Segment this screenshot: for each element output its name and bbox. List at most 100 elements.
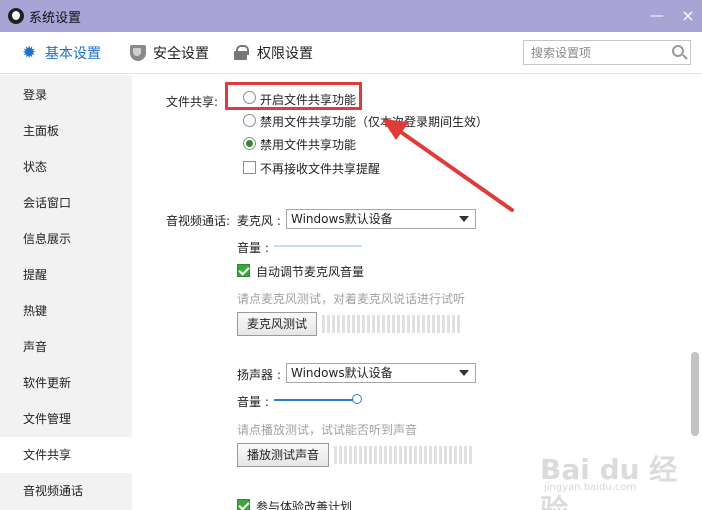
shield-icon <box>130 45 146 61</box>
radio-disable-session[interactable] <box>243 114 256 127</box>
sidebar-item-sound[interactable]: 声音 <box>0 329 132 365</box>
mic-device-value: Windows默认设备 <box>291 212 393 226</box>
mic-device-select[interactable]: Windows默认设备 <box>286 209 476 229</box>
tab-label: 权限设置 <box>257 46 313 62</box>
sidebar-item-av-call[interactable]: 音视频通话 <box>0 473 132 509</box>
file-share-section-label: 文件共享: <box>166 95 219 109</box>
meter-bar <box>457 315 460 333</box>
meter-bar <box>447 315 450 333</box>
speaker-label: 扬声器 : <box>237 368 281 382</box>
mic-test-button[interactable]: 麦克风测试 <box>237 312 317 336</box>
sidebar-item-hotkey[interactable]: 热键 <box>0 293 132 329</box>
checkbox-auto-adjust-mic-label[interactable]: 自动调节麦克风音量 <box>256 263 364 280</box>
search-input[interactable] <box>524 41 664 64</box>
meter-bar <box>424 446 427 464</box>
meter-bar <box>364 446 367 464</box>
checkbox-experience-plan-label[interactable]: 参与体验改善计划 <box>256 498 352 510</box>
tab-label: 安全设置 <box>153 46 209 62</box>
gear-icon: ✹ <box>22 43 37 63</box>
meter-bar <box>394 446 397 464</box>
meter-bar <box>404 446 407 464</box>
meter-bar <box>359 446 362 464</box>
highlight-box <box>225 82 362 110</box>
meter-bar <box>332 315 335 333</box>
meter-bar <box>352 315 355 333</box>
meter-bar <box>339 446 342 464</box>
meter-bar <box>414 446 417 464</box>
meter-bar <box>459 446 462 464</box>
settings-content: 文件共享: 开启文件共享功能 禁用文件共享功能（仅本次登录期间生效） 禁用文件共… <box>132 75 688 510</box>
meter-bar <box>429 446 432 464</box>
radio-disable-file-share-label[interactable]: 禁用文件共享功能 <box>260 136 356 153</box>
meter-bar <box>419 446 422 464</box>
minimize-button[interactable]: — <box>646 6 668 26</box>
speaker-volume-slider[interactable] <box>274 399 356 401</box>
sidebar-item-status[interactable]: 状态 <box>0 149 132 185</box>
mic-volume-slider[interactable] <box>274 245 362 247</box>
meter-bar <box>392 315 395 333</box>
play-test-sound-button[interactable]: 播放测试声音 <box>237 443 329 467</box>
sidebar-item-login[interactable]: 登录 <box>0 77 132 113</box>
meter-bar <box>367 315 370 333</box>
meter-bar <box>362 315 365 333</box>
sidebar-item-info-display[interactable]: 信息展示 <box>0 221 132 257</box>
av-call-section-label: 音视频通话: <box>166 214 231 228</box>
sidebar-item-chat-window[interactable]: 会话窗口 <box>0 185 132 221</box>
tab-security-settings[interactable]: 安全设置 <box>130 32 209 74</box>
speaker-volume-knob[interactable] <box>352 394 362 404</box>
meter-bar <box>389 446 392 464</box>
radio-disable-file-share[interactable] <box>243 137 256 150</box>
meter-bar <box>442 315 445 333</box>
watermark-logo: Bai du 经验 <box>540 453 678 510</box>
meter-bar <box>377 315 380 333</box>
meter-bar <box>327 315 330 333</box>
meter-bar <box>334 446 337 464</box>
meter-bar <box>417 315 420 333</box>
meter-bar <box>444 446 447 464</box>
meter-bar <box>397 315 400 333</box>
meter-bar <box>464 446 467 464</box>
meter-bar <box>449 446 452 464</box>
meter-bar <box>382 315 385 333</box>
meter-bar <box>402 315 405 333</box>
meter-bar <box>379 446 382 464</box>
close-button[interactable]: × <box>677 6 699 26</box>
meter-bar <box>372 315 375 333</box>
lock-icon <box>234 45 250 61</box>
meter-bar <box>437 315 440 333</box>
speaker-volume-label: 音量 : <box>237 395 269 409</box>
meter-bar <box>399 446 402 464</box>
checkbox-no-reminder[interactable] <box>243 161 256 174</box>
sidebar-item-file-management[interactable]: 文件管理 <box>0 401 132 437</box>
meter-bar <box>469 446 472 464</box>
tab-permission-settings[interactable]: 权限设置 <box>234 32 313 74</box>
speaker-test-hint: 请点播放测试，试试能否听到声音 <box>237 423 418 437</box>
sidebar-item-software-update[interactable]: 软件更新 <box>0 365 132 401</box>
meter-bar <box>409 446 412 464</box>
meter-bar <box>347 315 350 333</box>
qq-penguin-icon <box>8 8 24 24</box>
meter-bar <box>369 446 372 464</box>
search-icon[interactable] <box>672 45 684 57</box>
speaker-device-select[interactable]: Windows默认设备 <box>286 363 476 383</box>
scrollbar-thumb[interactable] <box>691 352 699 436</box>
speaker-level-meter <box>334 446 472 464</box>
checkbox-no-reminder-label[interactable]: 不再接收文件共享提醒 <box>260 160 380 177</box>
sidebar-item-reminder[interactable]: 提醒 <box>0 257 132 293</box>
mic-label: 麦克风 : <box>237 214 281 228</box>
checkbox-experience-plan[interactable] <box>237 499 250 510</box>
meter-bar <box>357 315 360 333</box>
sidebar-item-main-panel[interactable]: 主面板 <box>0 113 132 149</box>
meter-bar <box>354 446 357 464</box>
mic-level-meter <box>322 315 460 333</box>
meter-bar <box>454 446 457 464</box>
radio-disable-session-label[interactable]: 禁用文件共享功能（仅本次登录期间生效） <box>260 113 488 130</box>
tab-basic-settings[interactable]: ✹ 基本设置 <box>22 32 101 74</box>
meter-bar <box>432 315 435 333</box>
scrollbar-track[interactable] <box>688 75 702 510</box>
meter-bar <box>349 446 352 464</box>
meter-bar <box>427 315 430 333</box>
sidebar-item-file-share[interactable]: 文件共享 <box>0 437 132 473</box>
checkbox-auto-adjust-mic[interactable] <box>237 264 250 277</box>
chevron-down-icon <box>459 216 469 222</box>
